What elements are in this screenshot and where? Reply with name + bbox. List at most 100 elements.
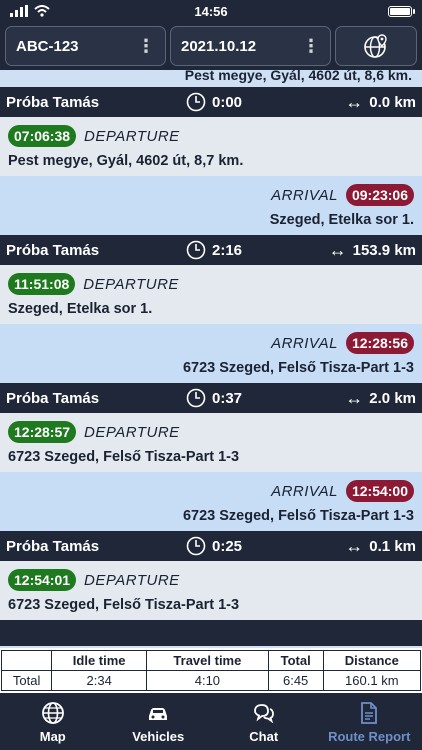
totals-value-cell: Total <box>0 670 53 691</box>
event-type-label: ARRIVAL <box>271 186 338 204</box>
distance: ↔ 153.9 km <box>306 241 416 259</box>
idle-time: 0:25 <box>186 536 306 556</box>
event-type-label: ARRIVAL <box>271 334 338 352</box>
arrival-row[interactable]: ARRIVAL 09:23:06 Szeged, Etelka sor 1. <box>0 176 422 235</box>
departure-row[interactable]: 12:54:01 DEPARTURE 6723 Szeged, Felső Ti… <box>0 561 422 620</box>
totals-header-cell <box>0 650 53 671</box>
battery-icon <box>388 5 415 17</box>
idle-value: 0:00 <box>212 93 243 111</box>
status-time: 14:56 <box>194 4 228 19</box>
totals-table: Idle time Travel time Total Distance Tot… <box>0 648 422 693</box>
horizontal-arrows-icon: ↔ <box>345 536 364 556</box>
tab-label: Map <box>39 729 66 744</box>
trip-summary-row: Próba Tamás 2:16 ↔ 153.9 km <box>0 235 422 265</box>
tab-map[interactable]: Map <box>0 701 105 744</box>
tab-route-report[interactable]: Route Report <box>317 701 422 744</box>
idle-value: 0:25 <box>212 537 243 555</box>
event-address: 6723 Szeged, Felső Tisza-Part 1-3 <box>182 360 414 376</box>
distance-value: 0.0 km <box>369 93 416 111</box>
distance: ↔ 0.0 km <box>306 93 416 111</box>
trip-summary-row: Próba Tamás 0:37 ↔ 2.0 km <box>0 383 422 413</box>
tab-label: Vehicles <box>132 729 185 744</box>
selected-date: 2021.10.12 <box>181 37 257 55</box>
distance-value: 2.0 km <box>369 389 416 407</box>
horizontal-arrows-icon: ↔ <box>345 92 364 112</box>
signal-icon <box>10 5 28 17</box>
totals-value-cell: 6:45 <box>267 670 324 691</box>
totals-header-row: Idle time Travel time Total Distance <box>0 650 422 671</box>
clock-icon <box>186 536 206 556</box>
event-type-label: ARRIVAL <box>271 482 338 500</box>
distance-value: 153.9 km <box>352 241 416 259</box>
totals-value-cell: 4:10 <box>146 670 269 691</box>
document-icon <box>361 702 378 724</box>
route-event-list[interactable]: Pest megye, Gyál, 4602 út, 8,6 km. Próba… <box>0 70 422 648</box>
event-address: Szeged, Etelka sor 1. <box>8 301 153 317</box>
date-selector[interactable]: 2021.10.12 ⋮ <box>170 26 331 66</box>
driver-name: Próba Tamás <box>6 537 100 555</box>
top-bar: ABC-123 ⋮ 2021.10.12 ⋮ <box>0 22 422 70</box>
idle-time: 0:37 <box>186 388 306 408</box>
tab-label: Chat <box>249 729 279 744</box>
idle-time: 0:00 <box>186 92 306 112</box>
idle-value: 0:37 <box>212 389 243 407</box>
event-address: Pest megye, Gyál, 4602 út, 8,7 km. <box>8 153 244 169</box>
totals-header-cell: Travel time <box>146 650 269 671</box>
chat-icon <box>253 704 274 724</box>
event-type-label: DEPARTURE <box>84 127 180 145</box>
more-vertical-icon: ⋮ <box>302 36 320 56</box>
event-address: Szeged, Etelka sor 1. <box>269 212 414 228</box>
globe-icon <box>41 702 64 724</box>
wifi-icon <box>34 5 50 17</box>
event-type-label: DEPARTURE <box>84 571 180 589</box>
partial-address: Pest megye, Gyál, 4602 út, 8,6 km. <box>0 70 422 87</box>
status-indicators <box>10 5 50 17</box>
departure-time-badge: 12:54:01 <box>8 569 77 591</box>
arrival-row[interactable]: ARRIVAL 12:28:56 6723 Szeged, Felső Tisz… <box>0 324 422 383</box>
totals-header-cell: Idle time <box>51 650 148 671</box>
list-end-spacer <box>0 620 422 646</box>
departure-time-badge: 11:51:08 <box>8 273 76 295</box>
map-view-button[interactable] <box>335 26 417 66</box>
tab-vehicles[interactable]: Vehicles <box>106 701 211 744</box>
tab-chat[interactable]: Chat <box>211 701 316 744</box>
event-address: 6723 Szeged, Felső Tisza-Part 1-3 <box>182 508 414 524</box>
bottom-tab-bar: Map Vehicles Chat Route Report <box>0 693 422 750</box>
arrival-row[interactable]: ARRIVAL 12:54:00 6723 Szeged, Felső Tisz… <box>0 472 422 531</box>
driver-name: Próba Tamás <box>6 241 100 259</box>
arrival-time-badge: 12:54:00 <box>345 480 414 502</box>
departure-row[interactable]: 12:28:57 DEPARTURE 6723 Szeged, Felső Ti… <box>0 413 422 472</box>
arrival-time-badge: 09:23:06 <box>345 184 414 206</box>
totals-value-cell: 160.1 km <box>322 670 422 691</box>
totals-value-row: Total 2:34 4:10 6:45 160.1 km <box>0 670 422 691</box>
event-type-label: DEPARTURE <box>83 275 179 293</box>
arrival-time-badge: 12:28:56 <box>345 332 414 354</box>
event-address: 6723 Szeged, Felső Tisza-Part 1-3 <box>8 597 240 613</box>
trip-summary-row: Próba Tamás 0:25 ↔ 0.1 km <box>0 531 422 561</box>
distance: ↔ 0.1 km <box>306 537 416 555</box>
globe-pin-icon <box>364 34 387 58</box>
distance-value: 0.1 km <box>369 537 416 555</box>
idle-value: 2:16 <box>212 241 243 259</box>
departure-row[interactable]: 07:06:38 DEPARTURE Pest megye, Gyál, 460… <box>0 117 422 176</box>
horizontal-arrows-icon: ↔ <box>345 388 364 408</box>
driver-name: Próba Tamás <box>6 93 100 111</box>
clock-icon <box>186 240 206 260</box>
horizontal-arrows-icon: ↔ <box>328 240 347 260</box>
driver-name: Próba Tamás <box>6 389 100 407</box>
clock-icon <box>186 388 206 408</box>
event-type-label: DEPARTURE <box>84 423 180 441</box>
clock-icon <box>186 92 206 112</box>
status-bar: 14:56 <box>0 0 422 22</box>
vehicle-plate: ABC-123 <box>16 37 79 55</box>
totals-header-cell: Distance <box>322 650 422 671</box>
departure-row[interactable]: 11:51:08 DEPARTURE Szeged, Etelka sor 1. <box>0 265 422 324</box>
car-icon <box>149 708 168 720</box>
totals-value-cell: 2:34 <box>51 670 148 691</box>
vehicle-selector[interactable]: ABC-123 ⋮ <box>5 26 166 66</box>
tab-label: Route Report <box>328 729 411 744</box>
departure-time-badge: 12:28:57 <box>8 421 77 443</box>
trip-summary-row: Próba Tamás 0:00 ↔ 0.0 km <box>0 87 422 117</box>
totals-header-cell: Total <box>267 650 324 671</box>
departure-time-badge: 07:06:38 <box>8 125 77 147</box>
